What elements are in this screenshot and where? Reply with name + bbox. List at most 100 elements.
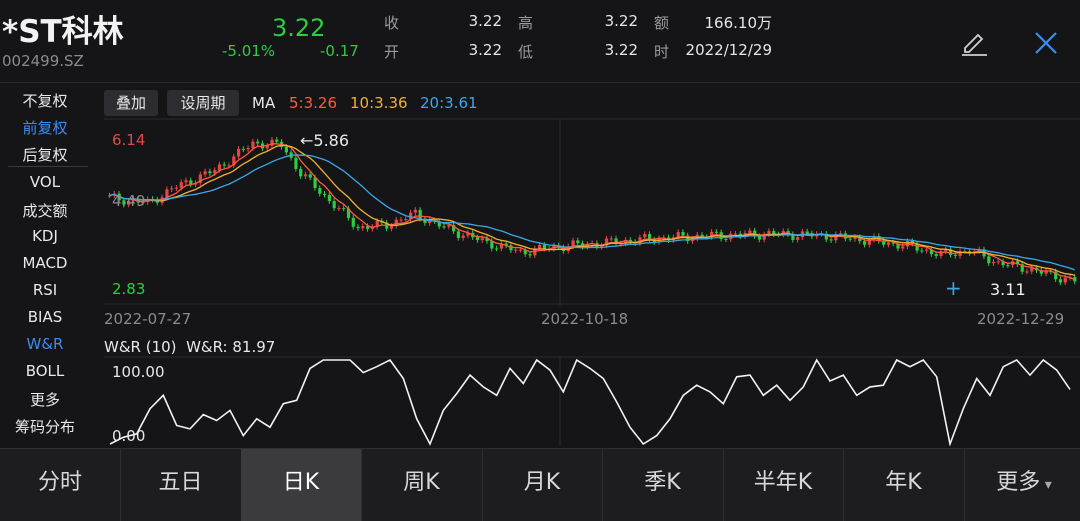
menu-item-1[interactable]: 前复权 bbox=[0, 117, 90, 138]
low-label: 低 bbox=[518, 43, 534, 61]
menu-item-10[interactable]: BOLL bbox=[0, 362, 90, 380]
candle-body bbox=[256, 141, 260, 144]
candle-body bbox=[643, 234, 647, 238]
menu-item-4[interactable]: 成交额 bbox=[0, 200, 90, 221]
wr-period-label: W&R (10) bbox=[104, 338, 177, 356]
wr-min-label: 0.00 bbox=[112, 427, 146, 445]
kline-svg bbox=[104, 118, 1080, 306]
menu-item-5[interactable]: KDJ bbox=[0, 227, 90, 245]
arrow-left-icon: ← bbox=[300, 131, 314, 150]
tab-5[interactable]: 季K bbox=[603, 449, 724, 521]
last-price-annotation: 3.11 bbox=[990, 280, 1026, 299]
candle-body bbox=[174, 187, 179, 189]
candle-body bbox=[518, 249, 523, 251]
tab-1[interactable]: 五日 bbox=[121, 449, 242, 521]
candle-body bbox=[996, 261, 1000, 263]
kline-chart[interactable] bbox=[104, 118, 1080, 306]
candle-body bbox=[733, 233, 738, 235]
candle-body bbox=[714, 231, 719, 233]
menu-item-12[interactable]: 筹码分布 bbox=[0, 416, 90, 437]
tab-2[interactable]: 日K bbox=[241, 449, 362, 521]
tab-3[interactable]: 周K bbox=[362, 449, 483, 521]
candle-body bbox=[418, 209, 422, 219]
menu-divider bbox=[8, 166, 88, 167]
candle-body bbox=[447, 224, 451, 227]
pencil-icon[interactable] bbox=[958, 26, 990, 58]
candle-body bbox=[1063, 277, 1067, 283]
candle-body bbox=[920, 250, 924, 252]
candle-body bbox=[953, 254, 957, 256]
menu-item-11[interactable]: 更多 bbox=[0, 389, 90, 410]
menu-item-3[interactable]: VOL bbox=[0, 173, 90, 191]
candle-body bbox=[318, 187, 322, 194]
menu-item-0[interactable]: 不复权 bbox=[0, 90, 90, 111]
high-label: 高 bbox=[518, 14, 534, 32]
time-value: 2022/12/29 bbox=[685, 41, 772, 59]
candle-body bbox=[270, 139, 274, 146]
tab-more-label: 更多 bbox=[996, 470, 1041, 495]
stock-name: *ST科林 bbox=[2, 14, 124, 50]
candle-body bbox=[217, 164, 222, 171]
date-mid: 2022-10-18 bbox=[541, 310, 629, 328]
peak-annotation: ←5.86 bbox=[300, 131, 349, 150]
candle-body bbox=[327, 194, 332, 202]
tab-7[interactable]: 年K bbox=[844, 449, 965, 521]
candle-body bbox=[342, 208, 346, 210]
menu-item-9[interactable]: W&R bbox=[0, 335, 90, 353]
tab-6[interactable]: 半年K bbox=[723, 449, 844, 521]
menu-item-2[interactable]: 后复权 bbox=[0, 144, 90, 165]
open-label: 开 bbox=[384, 43, 400, 61]
quote-header: *ST科林 002499.SZ 3.22 -5.01% -0.17 收 3.22… bbox=[0, 0, 1080, 83]
candle-body bbox=[905, 240, 910, 247]
candle-body bbox=[442, 226, 446, 228]
wr-max-label: 100.00 bbox=[112, 363, 165, 381]
candle-body bbox=[681, 232, 685, 236]
candle-body bbox=[886, 242, 891, 245]
candle-body bbox=[294, 157, 298, 169]
candle-body bbox=[356, 226, 360, 229]
candle-body bbox=[413, 209, 418, 213]
date-end: 2022-12-29 bbox=[977, 310, 1065, 328]
candle-body bbox=[757, 236, 762, 240]
set-period-button[interactable]: 设周期 bbox=[167, 90, 239, 116]
ma5-line bbox=[109, 143, 1075, 281]
tab-4[interactable]: 月K bbox=[482, 449, 603, 521]
left-price-marker: 4.49 bbox=[112, 192, 146, 210]
candle-body bbox=[237, 148, 241, 157]
candle-body bbox=[991, 261, 996, 264]
candle-body bbox=[1006, 265, 1010, 267]
low-value: 3.22 bbox=[604, 41, 638, 59]
candle-body bbox=[480, 238, 484, 241]
candle-body bbox=[337, 208, 341, 210]
candle-body bbox=[323, 193, 327, 195]
time-label: 时 bbox=[654, 43, 670, 61]
tab-0[interactable]: 分时 bbox=[0, 449, 121, 521]
candle-body bbox=[299, 168, 303, 177]
top-price-label: 6.14 bbox=[112, 131, 146, 149]
crosshair-plus-icon[interactable]: + bbox=[945, 276, 962, 300]
amount-label: 额 bbox=[654, 14, 670, 32]
date-start: 2022-07-27 bbox=[104, 310, 192, 328]
overlay-button[interactable]: 叠加 bbox=[104, 90, 158, 116]
candle-body bbox=[222, 164, 226, 166]
ma5-value: 5:3.26 bbox=[289, 94, 337, 112]
candle-body bbox=[495, 248, 499, 250]
candle-body bbox=[184, 180, 188, 183]
menu-item-8[interactable]: BIAS bbox=[0, 308, 90, 326]
tab-8[interactable]: 更多 ▾ bbox=[964, 449, 1080, 521]
menu-item-7[interactable]: RSI bbox=[0, 281, 90, 299]
candle-body bbox=[829, 239, 833, 241]
candle-body bbox=[475, 237, 480, 241]
change-percent: -5.01% bbox=[222, 42, 276, 60]
candle-body bbox=[399, 219, 403, 221]
candle-body bbox=[275, 139, 279, 142]
candle-body bbox=[528, 254, 532, 256]
caret-down-icon: ▾ bbox=[1040, 477, 1052, 493]
candle-body bbox=[925, 249, 929, 251]
candle-body bbox=[862, 241, 867, 245]
close-label: 收 bbox=[384, 14, 400, 32]
wr-chart[interactable] bbox=[104, 356, 1080, 447]
candle-body bbox=[246, 148, 250, 150]
menu-item-6[interactable]: MACD bbox=[0, 254, 90, 272]
close-icon[interactable] bbox=[1032, 29, 1060, 57]
